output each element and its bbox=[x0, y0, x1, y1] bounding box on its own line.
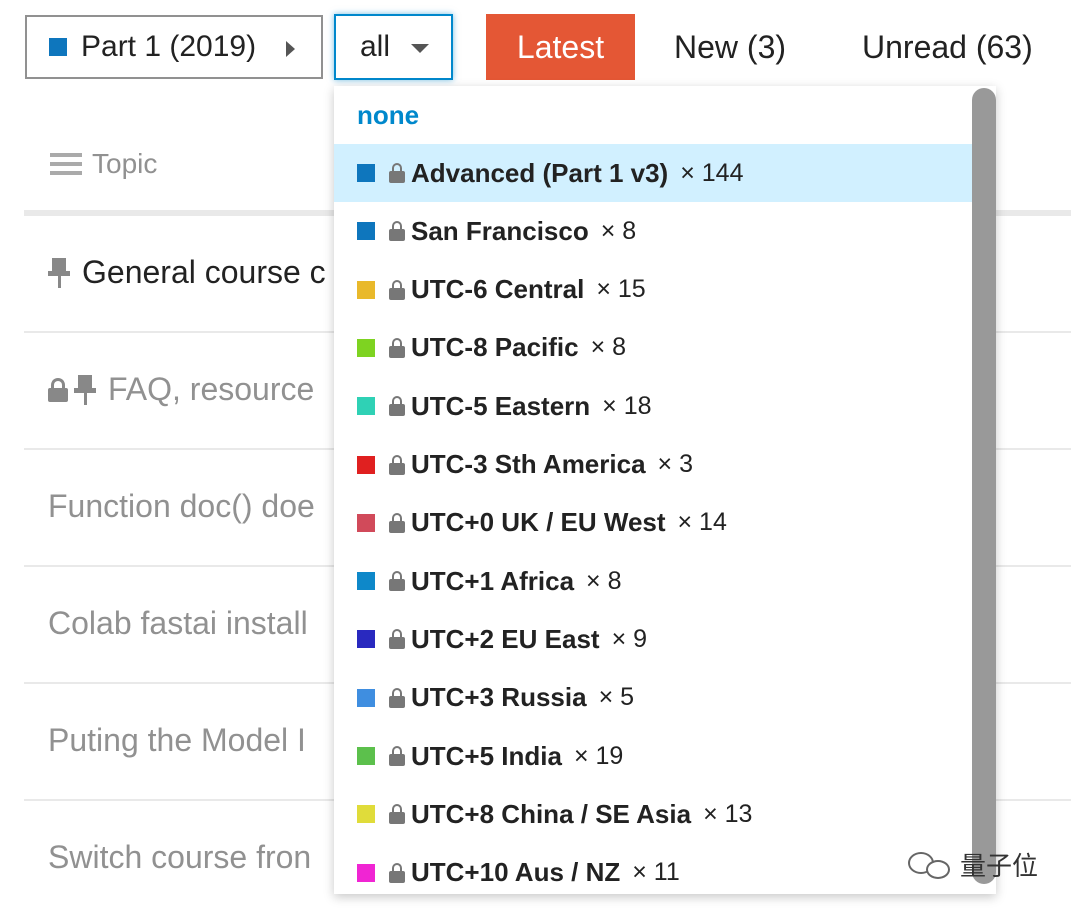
topic-title-text: General course c bbox=[82, 254, 326, 290]
tag-count: × 15 bbox=[596, 275, 646, 304]
lock-icon bbox=[389, 512, 405, 533]
dropdown-option-tag[interactable]: UTC+3 Russia × 5 bbox=[334, 669, 972, 727]
tag-dropdown-menu: none Advanced (Part 1 v3) × 144 San Franci… bbox=[334, 86, 996, 894]
topic-title-text: Function doc() doe bbox=[48, 488, 315, 524]
pin-icon bbox=[74, 374, 96, 405]
tag-name: UTC-5 Eastern bbox=[411, 390, 591, 421]
dropdown-option-tag[interactable]: UTC-8 Pacific × 8 bbox=[334, 319, 972, 377]
tag-color-swatch bbox=[357, 397, 375, 416]
tag-count: × 144 bbox=[680, 158, 744, 187]
tag-name: UTC+5 India bbox=[411, 740, 562, 771]
tag-name: UTC+1 Africa bbox=[411, 565, 575, 596]
topic-column-label: Topic bbox=[92, 148, 158, 179]
tag-name: UTC+0 UK / EU West bbox=[411, 507, 666, 538]
tag-name: UTC-8 Pacific bbox=[411, 332, 579, 363]
tag-color-swatch bbox=[357, 747, 375, 765]
topic-title[interactable]: Puting the Model I bbox=[48, 722, 306, 759]
tag-count: × 14 bbox=[677, 508, 727, 537]
tag-count: × 8 bbox=[590, 333, 627, 362]
lock-icon bbox=[389, 571, 405, 592]
topic-title[interactable]: General course c bbox=[48, 254, 326, 291]
topic-title[interactable]: Switch course fron bbox=[48, 839, 311, 876]
tag-filter-dropdown[interactable]: all bbox=[334, 14, 453, 80]
tag-name: UTC+3 Russia bbox=[411, 682, 587, 713]
dropdown-option-tag[interactable]: San Francisco × 8 bbox=[334, 202, 972, 260]
tag-count: × 18 bbox=[602, 391, 652, 420]
tag-color-swatch bbox=[357, 513, 375, 532]
tag-color-swatch bbox=[357, 863, 375, 882]
dropdown-option-tag[interactable]: UTC+5 India × 19 bbox=[334, 727, 972, 785]
tag-filter-label: all bbox=[360, 30, 391, 63]
lock-icon bbox=[389, 687, 405, 708]
tag-color-swatch bbox=[357, 572, 375, 591]
tag-count: × 8 bbox=[586, 566, 622, 595]
dropdown-scrollbar[interactable] bbox=[972, 88, 996, 884]
tag-count: × 3 bbox=[657, 450, 693, 478]
nav-new-link[interactable]: New (3) bbox=[674, 14, 786, 80]
dropdown-option-tag[interactable]: UTC+0 UK / EU West × 14 bbox=[334, 494, 972, 552]
dropdown-option-tag[interactable]: UTC+1 Africa × 8 bbox=[334, 552, 972, 610]
list-icon bbox=[50, 153, 82, 175]
dropdown-option-tag[interactable]: UTC+10 Aus / NZ × 11 bbox=[334, 844, 972, 894]
lock-icon bbox=[389, 163, 405, 183]
caret-right-icon bbox=[286, 41, 295, 57]
category-label: Part 1 (2019) bbox=[81, 30, 257, 63]
wechat-logo-icon bbox=[908, 850, 954, 880]
tag-count: × 19 bbox=[573, 741, 624, 770]
tag-name: UTC-6 Central bbox=[411, 274, 585, 305]
tag-name: UTC+2 EU East bbox=[411, 623, 600, 654]
tag-count: × 5 bbox=[598, 683, 635, 712]
tag-count: × 11 bbox=[632, 858, 680, 887]
tag-color-swatch bbox=[357, 688, 375, 707]
dropdown-option-tag[interactable]: UTC-3 Sth America × 3 bbox=[334, 436, 972, 494]
tag-color-swatch bbox=[357, 222, 375, 241]
category-color-swatch bbox=[49, 38, 67, 56]
dropdown-option-tag[interactable]: Advanced (Part 1 v3) × 144 bbox=[334, 144, 972, 202]
dropdown-option-tag[interactable]: UTC-5 Eastern × 18 bbox=[334, 377, 972, 435]
tag-count: × 13 bbox=[703, 799, 753, 828]
watermark-text: 量子位 bbox=[960, 851, 1039, 881]
watermark: 量子位 bbox=[908, 846, 1038, 883]
tag-name: San Francisco bbox=[411, 215, 589, 246]
tag-color-swatch bbox=[357, 164, 375, 182]
tag-name: Advanced (Part 1 v3) bbox=[411, 157, 669, 188]
tag-name: UTC+8 China / SE Asia bbox=[411, 798, 692, 829]
nav-latest-button[interactable]: Latest bbox=[486, 14, 635, 80]
lock-icon bbox=[48, 377, 68, 402]
dropdown-option-tag[interactable]: UTC+2 EU East × 9 bbox=[334, 610, 972, 668]
topic-title-text: Puting the Model I bbox=[48, 722, 306, 758]
topic-title[interactable]: Colab fastai install bbox=[48, 605, 308, 642]
lock-icon bbox=[389, 337, 405, 358]
topic-title[interactable]: FAQ, resource bbox=[48, 371, 314, 408]
topic-title-text: Colab fastai install bbox=[48, 605, 308, 641]
topic-title-text: FAQ, resource bbox=[108, 371, 315, 407]
tag-count: × 8 bbox=[600, 216, 637, 245]
lock-icon bbox=[389, 454, 405, 475]
nav-unread-link[interactable]: Unread (63) bbox=[862, 14, 1033, 80]
topic-column-header[interactable]: Topic bbox=[50, 144, 157, 184]
lock-icon bbox=[389, 804, 405, 825]
dropdown-option-tag[interactable]: UTC-6 Central × 15 bbox=[334, 261, 972, 319]
tag-name: UTC+10 Aus / NZ bbox=[411, 857, 621, 888]
lock-icon bbox=[389, 279, 405, 300]
dropdown-option-tag[interactable]: UTC+8 China / SE Asia × 13 bbox=[334, 785, 972, 843]
tag-count: × 9 bbox=[611, 624, 648, 653]
topic-title-text: Switch course fron bbox=[48, 839, 312, 875]
dropdown-option-none[interactable]: none bbox=[334, 86, 972, 144]
tag-name: UTC-3 Sth America bbox=[411, 449, 646, 479]
lock-icon bbox=[389, 396, 405, 417]
pin-icon bbox=[48, 257, 70, 288]
tag-color-swatch bbox=[357, 805, 375, 824]
lock-icon bbox=[389, 629, 405, 650]
topic-title[interactable]: Function doc() doe bbox=[48, 488, 315, 525]
lock-icon bbox=[389, 746, 405, 766]
caret-down-icon bbox=[411, 44, 429, 53]
tag-color-swatch bbox=[357, 280, 375, 299]
tag-color-swatch bbox=[357, 338, 375, 357]
category-dropdown[interactable]: Part 1 (2019) bbox=[25, 15, 323, 79]
tag-color-swatch bbox=[357, 455, 375, 474]
lock-icon bbox=[389, 862, 405, 883]
tag-color-swatch bbox=[357, 630, 375, 649]
lock-icon bbox=[389, 221, 405, 242]
